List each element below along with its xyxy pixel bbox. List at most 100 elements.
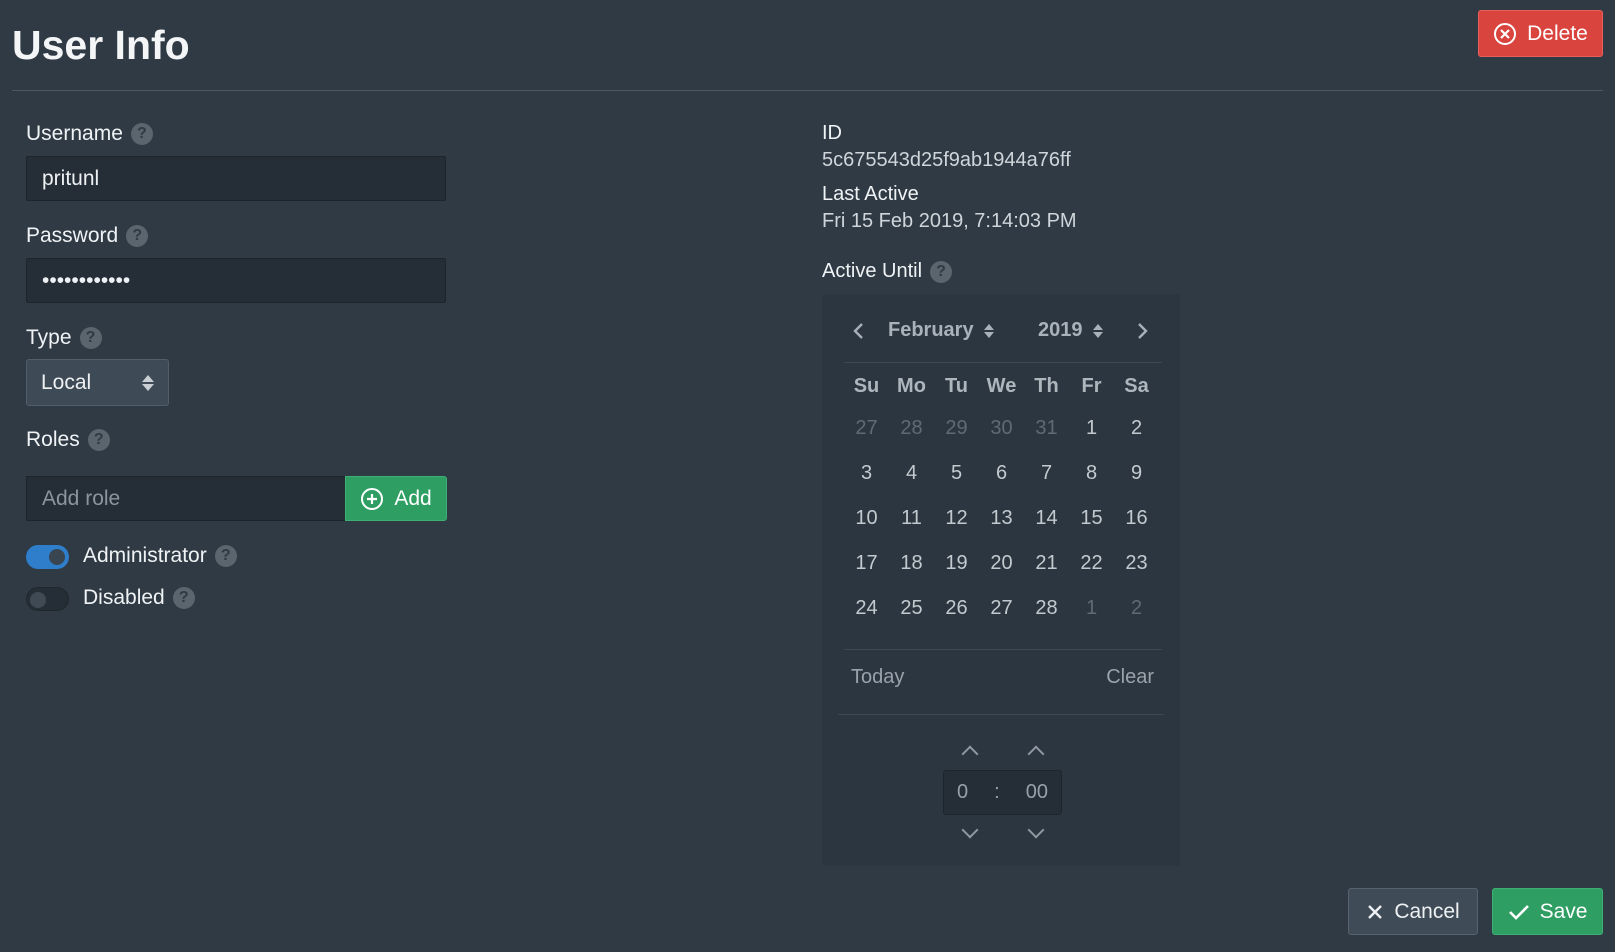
page-title: User Info [12,22,190,68]
hour-down-icon[interactable] [961,821,979,839]
minute-value[interactable]: 00 [1026,781,1048,804]
calendar-day[interactable]: 18 [889,541,934,586]
calendar-day[interactable]: 27 [844,406,889,451]
weekday-header: Su [853,374,880,397]
disabled-label-row: Disabled ? [83,586,195,610]
calendar-day[interactable]: 25 [889,586,934,631]
calendar-day[interactable]: 20 [979,541,1024,586]
time-picker: 0 : 00 [943,770,1062,815]
calendar-day[interactable]: 19 [934,541,979,586]
calendar-day[interactable]: 28 [889,406,934,451]
administrator-toggle[interactable] [26,545,69,569]
calendar-day[interactable]: 5 [934,451,979,496]
calendar-day[interactable]: 13 [979,496,1024,541]
calendar-day[interactable]: 4 [889,451,934,496]
calendar-day[interactable]: 26 [934,586,979,631]
date-picker: February 2019 Su Mo Tu We Th Fr Sa 27 28 29 30 31 1 2… [822,294,1180,866]
time-separator: : [994,781,1000,803]
chevron-right-icon[interactable] [1135,322,1149,340]
disabled-toggle[interactable] [26,587,69,611]
clear-button[interactable]: Clear [1106,666,1154,689]
help-icon[interactable]: ? [87,429,110,451]
calendar-day[interactable]: 8 [1069,451,1114,496]
password-input[interactable] [26,258,446,303]
calendar-day[interactable]: 15 [1069,496,1114,541]
calendar-day[interactable]: 23 [1114,541,1159,586]
calendar-day[interactable]: 2 [1114,406,1159,451]
calendar-day[interactable]: 1 [1069,406,1114,451]
delete-button-label: Delete [1527,21,1588,45]
calendar-divider [844,649,1162,650]
hour-up-icon[interactable] [961,745,979,763]
calendar-day[interactable]: 7 [1024,451,1069,496]
username-label-row: Username ? [26,122,153,146]
calendar-day[interactable]: 31 [1024,406,1069,451]
month-value: February [888,319,974,341]
last-active-value: Fri 15 Feb 2019, 7:14:03 PM [822,210,1077,232]
calendar-day[interactable]: 30 [979,406,1024,451]
disabled-label: Disabled [83,586,165,609]
calendar-day[interactable]: 6 [979,451,1024,496]
save-button[interactable]: Save [1492,888,1603,935]
calendar-day[interactable]: 22 [1069,541,1114,586]
month-select[interactable]: February [888,319,994,342]
add-role-input[interactable] [26,476,346,521]
calendar-day[interactable]: 10 [844,496,889,541]
calendar-grid: Su Mo Tu We Th Fr Sa 27 28 29 30 31 1 2 3 4 5 6 7 8 9 10 11 12 1… [844,366,1159,631]
add-role-button[interactable]: Add [345,476,447,521]
cancel-button-label: Cancel [1394,899,1460,923]
calendar-day[interactable]: 3 [844,451,889,496]
help-icon[interactable]: ? [214,545,237,567]
roles-label-row: Roles ? [26,428,110,452]
close-circle-icon [1494,22,1517,45]
help-icon[interactable]: ? [79,327,102,349]
calendar-day[interactable]: 28 [1024,586,1069,631]
header-divider [12,90,1603,91]
plus-circle-icon [361,487,384,510]
calendar-header: February 2019 [822,294,1180,364]
id-label: ID [822,122,842,144]
administrator-label: Administrator [83,544,207,567]
cancel-button[interactable]: Cancel [1348,888,1478,935]
weekday-header: We [986,374,1017,397]
calendar-day[interactable]: 2 [1114,586,1159,631]
username-input[interactable] [26,156,446,201]
calendar-day[interactable]: 17 [844,541,889,586]
calendar-divider [844,362,1162,363]
last-active-label: Last Active [822,183,919,205]
roles-label: Roles [26,428,80,451]
calendar-day[interactable]: 14 [1024,496,1069,541]
help-icon[interactable]: ? [130,123,153,145]
weekday-header: Th [1034,374,1059,397]
add-role-button-label: Add [394,486,432,510]
select-arrows-icon [142,374,154,391]
administrator-label-row: Administrator ? [83,544,237,568]
year-select[interactable]: 2019 [1038,319,1103,342]
calendar-day[interactable]: 12 [934,496,979,541]
active-until-label: Active Until [822,260,923,282]
calendar-day[interactable]: 21 [1024,541,1069,586]
calendar-day[interactable]: 11 [889,496,934,541]
check-icon [1508,904,1529,920]
minute-down-icon[interactable] [1027,821,1045,839]
type-select-value: Local [41,370,92,394]
delete-button[interactable]: Delete [1478,10,1603,57]
calendar-day[interactable]: 1 [1069,586,1114,631]
today-button[interactable]: Today [851,666,904,689]
hour-value[interactable]: 0 [957,781,968,804]
calendar-day[interactable]: 16 [1114,496,1159,541]
help-icon[interactable]: ? [930,260,953,283]
type-select[interactable]: Local [26,359,169,406]
calendar-day[interactable]: 27 [979,586,1024,631]
help-icon[interactable]: ? [172,587,195,609]
calendar-day[interactable]: 9 [1114,451,1159,496]
password-label-row: Password ? [26,224,149,248]
id-value: 5c675543d25f9ab1944a76ff [822,149,1071,171]
minute-up-icon[interactable] [1027,745,1045,763]
chevron-left-icon[interactable] [852,322,866,340]
weekday-header: Mo [897,374,926,397]
calendar-day[interactable]: 29 [934,406,979,451]
weekday-header: Tu [945,374,968,397]
calendar-day[interactable]: 24 [844,586,889,631]
help-icon[interactable]: ? [126,225,149,247]
